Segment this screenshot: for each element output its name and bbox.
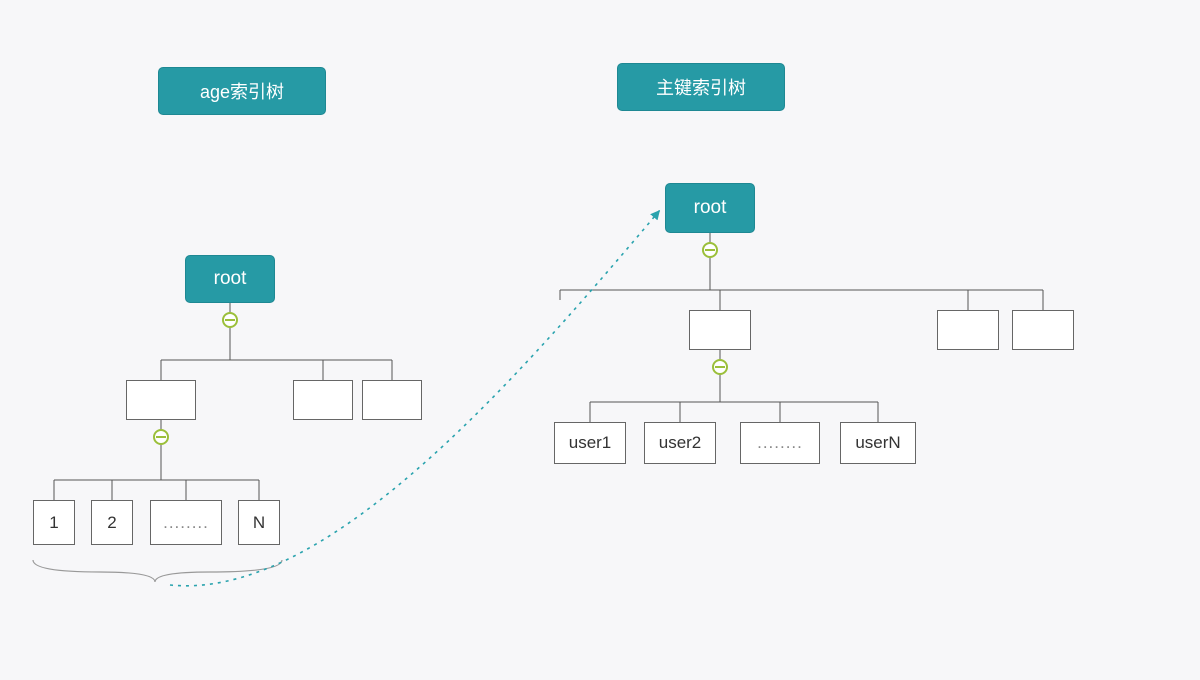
right-leaf-1: user1 (554, 422, 626, 464)
left-title: age索引树 (158, 67, 326, 115)
right-l2-node-1 (689, 310, 751, 350)
diagram-canvas: age索引树 主键索引树 root 1 2 ........ N root us… (0, 0, 1200, 680)
left-root: root (185, 255, 275, 303)
left-leaf-2: 2 (91, 500, 133, 545)
right-l2-node-3 (1012, 310, 1074, 350)
right-leaf-3: ........ (740, 422, 820, 464)
left-leaf-3: ........ (150, 500, 222, 545)
right-l2-node-2 (937, 310, 999, 350)
ellipsis-icon: ........ (163, 513, 209, 533)
left-leaf-1: 1 (33, 500, 75, 545)
right-leaf-2: user2 (644, 422, 716, 464)
right-root: root (665, 183, 755, 233)
right-title: 主键索引树 (617, 63, 785, 111)
ellipsis-icon: ........ (757, 433, 803, 453)
left-l2-node-2 (293, 380, 353, 420)
right-leaf-4: userN (840, 422, 916, 464)
left-l2-node-3 (362, 380, 422, 420)
left-l2-node-1 (126, 380, 196, 420)
left-leaf-4: N (238, 500, 280, 545)
